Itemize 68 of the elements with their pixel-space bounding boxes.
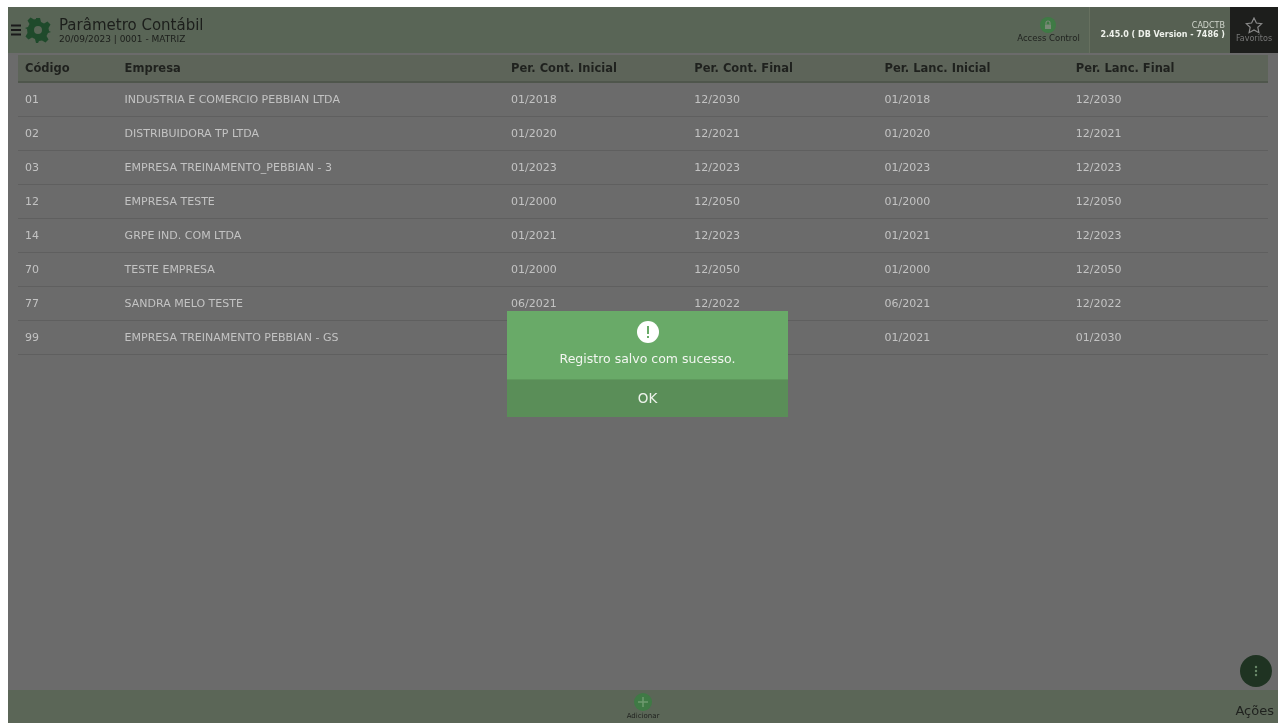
lock-icon <box>1040 17 1057 33</box>
table-cell-text: 01/2000 <box>883 263 932 276</box>
table-cell-text: 01/2000 <box>510 195 558 208</box>
table-cell-text: SANDRA MELO TESTE <box>123 297 244 310</box>
table-cell-text: 01/2021 <box>510 229 558 242</box>
table-cell-text: 12/2022 <box>1074 297 1123 310</box>
more-icon <box>1254 665 1258 677</box>
column-header[interactable]: Per. Lanc. Inicial <box>877 61 1069 75</box>
column-header[interactable]: Empresa <box>117 61 505 75</box>
menu-icon[interactable] <box>11 24 21 36</box>
table-cell-text: 12/2050 <box>693 263 741 276</box>
table-cell-text: 01/2000 <box>883 195 932 208</box>
table-cell-text: EMPRESA TESTE <box>123 195 216 208</box>
table-cell-text: 01/2000 <box>510 263 558 276</box>
table-cell-text: 01/2020 <box>510 127 558 140</box>
version-label: 2.45.0 ( DB Version - 7486 ) <box>1100 30 1225 39</box>
table-cell-text: 12/2023 <box>693 161 741 174</box>
more-button[interactable] <box>1240 655 1272 687</box>
favorites-button[interactable]: Favoritos <box>1230 7 1278 53</box>
table-cell-text: EMPRESA TREINAMENTO PEBBIAN - GS <box>123 331 340 344</box>
ok-button[interactable]: OK <box>507 379 788 417</box>
table-cell-text: 01/2018 <box>883 93 932 106</box>
table-cell-text: EMPRESA TREINAMENTO_PEBBIAN - 3 <box>123 161 333 174</box>
table-cell-text: 01/2020 <box>883 127 932 140</box>
table-cell-text: 01/2021 <box>883 229 932 242</box>
table-cell-text: GRPE IND. COM LTDA <box>123 229 243 242</box>
table-cell-text: 12/2021 <box>693 127 741 140</box>
table-cell-text: 06/2021 <box>510 297 558 310</box>
table-cell-text: 12/2050 <box>1074 263 1123 276</box>
table-cell-text: 12 <box>24 195 40 208</box>
table-cell-text: 14 <box>24 229 40 242</box>
table-cell-text: 12/2022 <box>693 297 741 310</box>
table-cell-text: 01/2018 <box>510 93 558 106</box>
dialog-message: Registro salvo com sucesso. <box>559 351 736 366</box>
table-cell-text: 99 <box>24 331 40 344</box>
table-cell-text: 12/2030 <box>1074 93 1123 106</box>
table-cell-text: 01/2023 <box>510 161 558 174</box>
table-cell-text: 02 <box>24 127 40 140</box>
table-cell-text: 12/2050 <box>693 195 741 208</box>
table-cell-text: 77 <box>24 297 40 310</box>
table-cell-text: 12/2023 <box>693 229 741 242</box>
program-code: CADCTB <box>1191 21 1225 30</box>
page-title: Parâmetro Contábil <box>59 16 204 34</box>
table-cell-text: 01/2021 <box>883 331 932 344</box>
page-subtitle: 20/09/2023 | 0001 - MATRIZ <box>59 33 187 44</box>
table-cell-text: 12/2023 <box>1074 161 1123 174</box>
table-cell-text: 03 <box>24 161 40 174</box>
table-cell-text: 70 <box>24 263 40 276</box>
table-cell-text: 01/2030 <box>1074 331 1123 344</box>
table-cell-text: DISTRIBUIDORA TP LTDA <box>123 127 261 140</box>
column-header[interactable]: Código <box>18 61 118 75</box>
plus-icon <box>634 693 652 711</box>
table-cell-text: 12/2050 <box>1074 195 1123 208</box>
column-header[interactable]: Per. Cont. Final <box>687 61 878 75</box>
table-cell-text: 06/2021 <box>883 297 932 310</box>
table-cell-text: INDUSTRIA E COMERCIO PEBBIAN LTDA <box>123 93 341 106</box>
exclamation-icon <box>636 321 659 343</box>
table-cell-text: 01/2023 <box>883 161 932 174</box>
table-cell-text: 01 <box>24 93 40 106</box>
actions-button[interactable]: Ações <box>1235 703 1274 718</box>
star-icon <box>1245 17 1263 34</box>
table-cell-text: 12/2030 <box>693 93 741 106</box>
table-cell-text: 12/2021 <box>1074 127 1123 140</box>
column-header[interactable]: Per. Lanc. Final <box>1068 61 1268 75</box>
column-header[interactable]: Per. Cont. Inicial <box>504 61 688 75</box>
gear-icon <box>25 17 51 43</box>
table-cell-text: TESTE EMPRESA <box>123 263 216 276</box>
table-cell-text: 12/2023 <box>1074 229 1123 242</box>
